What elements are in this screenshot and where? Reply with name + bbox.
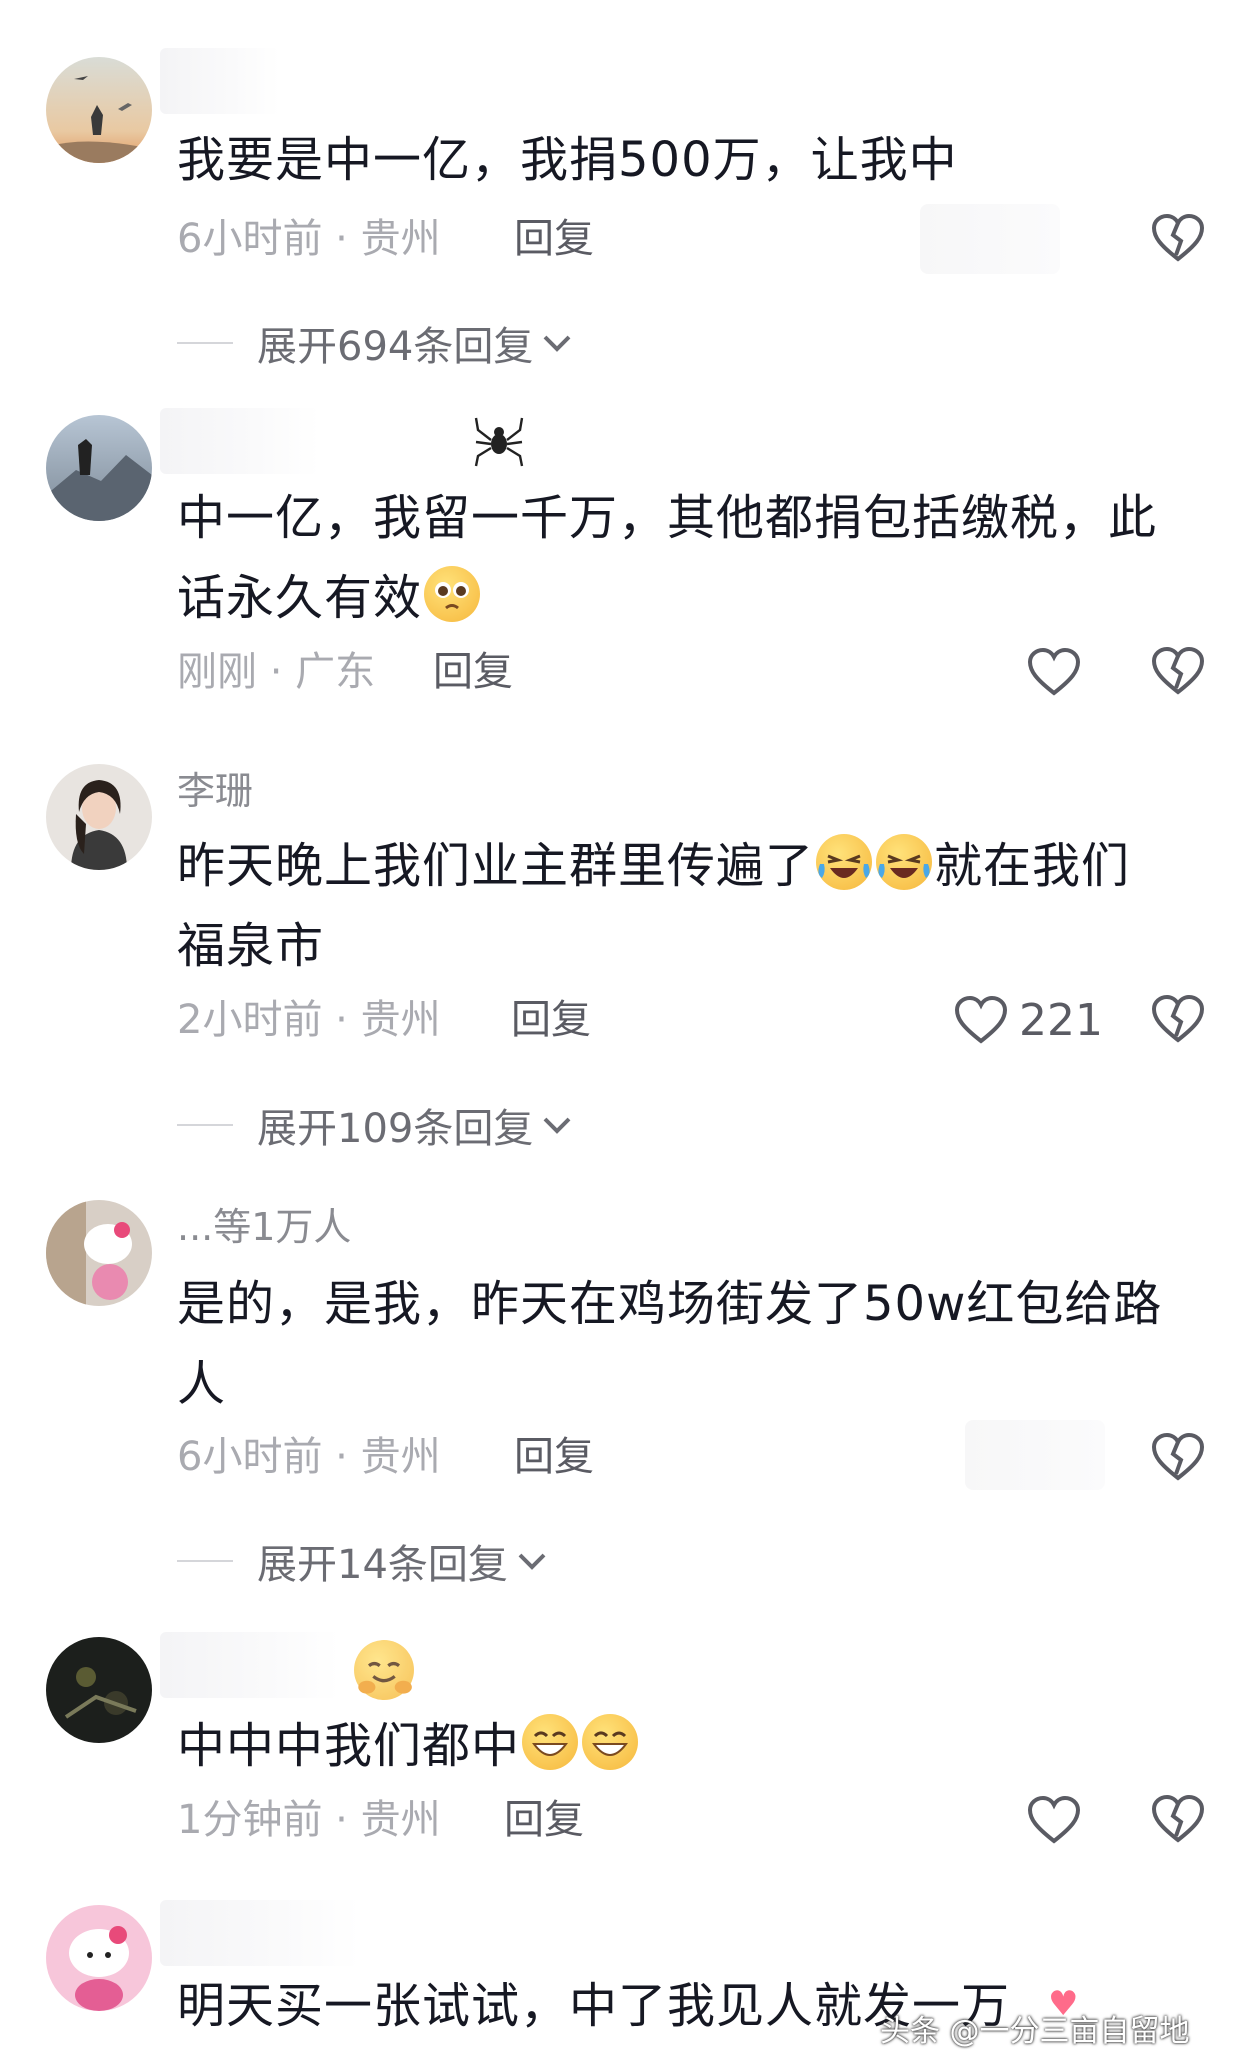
comment-meta: 2小时前 · 贵州 bbox=[177, 997, 441, 1043]
broken-heart-icon bbox=[1151, 646, 1205, 695]
dislike-button[interactable] bbox=[1150, 211, 1206, 267]
comment-meta: 6小时前 · 贵州 bbox=[177, 1434, 441, 1480]
dislike-button[interactable] bbox=[1150, 1792, 1206, 1848]
username-redacted bbox=[160, 48, 280, 114]
expand-replies-button[interactable]: 展开14条回复 bbox=[177, 1531, 550, 1591]
comment-meta: 1分钟前 · 贵州 bbox=[177, 1797, 441, 1843]
heart-outline-icon bbox=[954, 995, 1008, 1044]
username-redacted bbox=[160, 408, 320, 474]
comment-text-segment: 就在我们 bbox=[934, 838, 1131, 894]
username[interactable]: ...等1万人 bbox=[177, 1204, 351, 1250]
reply-button[interactable]: 回复 bbox=[514, 209, 594, 269]
comment-text-segment: 昨天晚上我们业主群里传遍了 bbox=[177, 838, 815, 894]
comment-text-line: 中中中我们都中 bbox=[177, 1706, 1187, 1786]
chevron-down-icon bbox=[543, 1117, 571, 1134]
like-button[interactable] bbox=[1026, 1790, 1082, 1850]
grinning-face-emoji-icon bbox=[582, 1714, 639, 1770]
comment-text-line: 中一亿，我留一千万，其他都捐包括缴税，此 bbox=[177, 490, 1158, 546]
avatar[interactable] bbox=[46, 1200, 152, 1306]
divider-line bbox=[177, 342, 233, 344]
broken-heart-icon bbox=[1151, 213, 1205, 262]
comment-text-line: 昨天晚上我们业主群里传遍了 就在我们 bbox=[177, 826, 1187, 906]
like-count: 221 bbox=[1019, 994, 1103, 1046]
like-count-redacted bbox=[965, 1420, 1105, 1490]
reply-button[interactable]: 回复 bbox=[433, 642, 513, 702]
comment-text-line: 人 bbox=[177, 1356, 227, 1412]
watermark: 头条 @一分三亩自留地 bbox=[880, 2014, 1190, 2049]
comment-text-line: 话永久有效 bbox=[177, 558, 1187, 638]
comment-meta: 刚刚 · 广东 bbox=[177, 649, 376, 695]
like-button[interactable]: 221 bbox=[953, 990, 1103, 1050]
comment-text-line: 是的，是我，昨天在鸡场街发了50w红包给路 bbox=[177, 1276, 1163, 1332]
hugging-face-emoji-icon bbox=[354, 1640, 414, 1700]
heart-outline-icon bbox=[1027, 1795, 1081, 1844]
dislike-button[interactable] bbox=[1150, 644, 1206, 700]
chevron-down-icon bbox=[518, 1553, 546, 1570]
spider-icon bbox=[474, 417, 524, 467]
broken-heart-icon bbox=[1151, 1794, 1205, 1843]
like-count-redacted bbox=[920, 204, 1060, 274]
comment-text-line: 福泉市 bbox=[177, 918, 325, 974]
reply-button[interactable]: 回复 bbox=[514, 1427, 594, 1487]
broken-heart-icon bbox=[1151, 1432, 1205, 1481]
pleading-face-emoji-icon bbox=[424, 566, 481, 622]
avatar[interactable] bbox=[46, 1637, 152, 1743]
avatar[interactable] bbox=[46, 764, 152, 870]
avatar[interactable] bbox=[46, 415, 152, 521]
dislike-button[interactable] bbox=[1150, 1430, 1206, 1486]
heart-outline-icon bbox=[1027, 647, 1081, 696]
grinning-face-emoji-icon bbox=[522, 1714, 579, 1770]
reply-button[interactable]: 回复 bbox=[504, 1790, 584, 1850]
comment-text: 我要是中一亿，我捐500万，让我中 bbox=[177, 132, 958, 188]
avatar[interactable] bbox=[46, 1905, 152, 2011]
like-button[interactable] bbox=[1026, 642, 1082, 702]
username[interactable]: 李珊 bbox=[177, 768, 253, 814]
expand-replies-button[interactable]: 展开109条回复 bbox=[177, 1095, 575, 1155]
divider-line bbox=[177, 1124, 233, 1126]
username-redacted bbox=[160, 1632, 340, 1698]
broken-heart-icon bbox=[1151, 994, 1205, 1043]
dislike-button[interactable] bbox=[1150, 992, 1206, 1048]
username-redacted bbox=[160, 1900, 360, 1966]
comment-text-segment: 中中中我们都中 bbox=[177, 1718, 521, 1774]
laughing-crying-emoji-icon bbox=[816, 834, 873, 890]
divider-line bbox=[177, 1560, 233, 1562]
comment-text-segment: 话永久有效 bbox=[177, 570, 423, 626]
reply-button[interactable]: 回复 bbox=[511, 990, 591, 1050]
comment-meta: 6小时前 · 贵州 bbox=[177, 216, 441, 262]
expand-replies-button[interactable]: 展开694条回复 bbox=[177, 313, 575, 373]
expand-replies-label: 展开109条回复 bbox=[257, 1106, 534, 1152]
laughing-crying-emoji-icon bbox=[876, 834, 933, 890]
expand-replies-label: 展开14条回复 bbox=[257, 1542, 508, 1588]
avatar[interactable] bbox=[46, 57, 152, 163]
expand-replies-label: 展开694条回复 bbox=[257, 324, 534, 370]
chevron-down-icon bbox=[543, 335, 571, 352]
